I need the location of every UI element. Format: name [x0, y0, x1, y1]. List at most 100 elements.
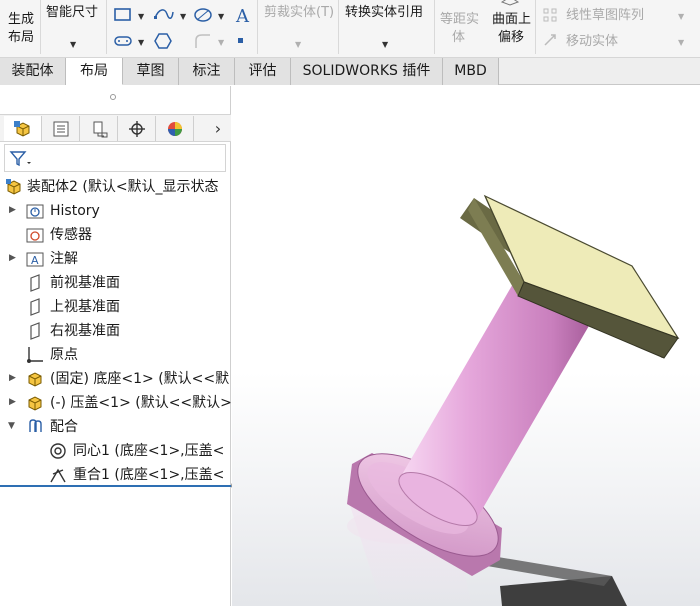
trim-entities-button[interactable]: 剪裁实体(T) [264, 5, 334, 21]
convert-dropdown-icon[interactable]: ▼ [382, 40, 388, 49]
expand-arrow-icon[interactable]: ▶ [9, 205, 16, 215]
history-folder-icon [26, 204, 44, 219]
collapse-arrow-icon[interactable]: ▼ [8, 421, 15, 431]
appearance-sphere-icon [167, 121, 182, 136]
tree-item-cover-part[interactable]: ▶ (-) 压盖<1> (默认<<默认> [0, 391, 231, 415]
smart-dimension-dropdown-icon[interactable]: ▼ [70, 40, 76, 49]
tab-markup[interactable]: 标注 [179, 58, 235, 85]
slot-dropdown-icon[interactable]: ▼ [138, 38, 144, 47]
command-ribbon: 生成 布局 智能尺寸 ▼ ▼ ▼ ▼ A ▼ ▼ 剪裁实体(T) ▼ 转换实体引… [0, 0, 700, 58]
tab-assembly[interactable]: 装配体 [0, 58, 66, 85]
ribbon-separator [535, 0, 536, 54]
shaft-cylinder[interactable] [391, 282, 590, 536]
tree-item-base-part[interactable]: ▶ (固定) 底座<1> (默认<<默 [0, 367, 231, 391]
ribbon-separator [257, 0, 258, 54]
text-icon[interactable]: A [233, 5, 253, 25]
assembly-icon [6, 179, 21, 195]
annotations-folder-icon: A [26, 252, 44, 267]
offset-on-surface-label-1[interactable]: 曲面上 [492, 12, 531, 28]
tree-item-label: 上视基准面 [50, 299, 120, 315]
spline-icon[interactable] [153, 6, 175, 24]
ribbon-separator [106, 0, 107, 54]
point-icon[interactable] [236, 36, 246, 46]
tree-item-annotations[interactable]: ▶ A 注解 [0, 247, 231, 271]
tab-evaluate[interactable]: 评估 [235, 58, 291, 85]
feature-tree-filter[interactable] [4, 144, 226, 172]
property-manager-icon [53, 121, 68, 136]
offset-surface-icon[interactable] [500, 0, 520, 6]
ellipse-icon[interactable] [193, 6, 213, 24]
offset-entities-label-2[interactable]: 体 [452, 30, 465, 46]
generate-layout-label-2[interactable]: 布局 [8, 30, 34, 46]
tree-root-assembly[interactable]: 装配体2 (默认<默认_显示状态 [0, 175, 231, 199]
panel-grip-handle[interactable] [110, 94, 116, 100]
generate-layout-label-1[interactable]: 生成 [8, 12, 34, 28]
command-manager-tabs: 装配体 布局 草图 标注 评估 SOLIDWORKS 插件 MBD [0, 58, 700, 85]
move-entities-icon[interactable] [542, 32, 560, 48]
spline-dropdown-icon[interactable]: ▼ [180, 12, 186, 21]
tree-item-label: 配合 [50, 419, 78, 435]
tree-item-label: 右视基准面 [50, 323, 120, 339]
slot-icon[interactable] [113, 33, 133, 49]
tree-item-label: 前视基准面 [50, 275, 120, 291]
coincident-mate-icon [50, 468, 66, 483]
part-icon [28, 396, 42, 411]
move-entities-dropdown-icon[interactable]: ▼ [678, 38, 684, 47]
tree-item-coincident-mate[interactable]: 重合1 (底座<1>,压盖< [0, 463, 231, 487]
tab-property-manager[interactable] [42, 116, 80, 141]
tree-item-label: (固定) 底座<1> (默认<<默 [50, 371, 230, 387]
filter-icon[interactable] [9, 150, 33, 168]
convert-entities-button[interactable]: 转换实体引用 [345, 5, 423, 21]
tree-item-label: History [50, 203, 100, 219]
move-entities-button[interactable]: 移动实体 [566, 34, 618, 50]
tree-item-label: 原点 [50, 347, 78, 363]
more-tabs-chevron-icon[interactable]: › [208, 116, 228, 141]
tree-item-sensors[interactable]: 传感器 [0, 223, 231, 247]
tree-item-mates[interactable]: ▼ 配合 [0, 415, 231, 439]
svg-text:A: A [235, 6, 250, 25]
concentric-mate-icon [50, 443, 66, 459]
feature-manager-tabs: › [0, 114, 231, 142]
ellipse-dropdown-icon[interactable]: ▼ [218, 12, 224, 21]
linear-pattern-icon[interactable] [542, 7, 560, 23]
svg-text:A: A [31, 254, 39, 267]
trim-dropdown-icon[interactable]: ▼ [295, 40, 301, 49]
tree-item-label: (-) 压盖<1> (默认<<默认> [50, 395, 231, 411]
tab-feature-manager[interactable] [4, 116, 42, 141]
tab-sketch[interactable]: 草图 [123, 58, 179, 85]
assembly-model-view[interactable] [232, 86, 700, 606]
tab-layout[interactable]: 布局 [66, 58, 123, 85]
offset-entities-label-1[interactable]: 等距实 [440, 12, 479, 28]
tab-mbd[interactable]: MBD [443, 58, 499, 85]
tab-solidworks-addins[interactable]: SOLIDWORKS 插件 [291, 58, 443, 85]
plane-icon [30, 322, 40, 340]
sensor-folder-icon [26, 228, 44, 243]
graphics-area[interactable] [232, 86, 700, 606]
configuration-manager-icon [93, 121, 107, 137]
tab-configuration-manager[interactable] [80, 116, 118, 141]
ribbon-separator [40, 0, 41, 54]
tree-item-label: 传感器 [50, 227, 92, 243]
linear-pattern-dropdown-icon[interactable]: ▼ [678, 12, 684, 21]
tree-item-origin[interactable]: 原点 [0, 343, 231, 367]
expand-arrow-icon[interactable]: ▶ [9, 373, 16, 383]
linear-pattern-button[interactable]: 线性草图阵列 [566, 8, 644, 24]
offset-on-surface-label-2[interactable]: 偏移 [498, 30, 524, 46]
tree-item-top-plane[interactable]: 上视基准面 [0, 295, 231, 319]
ribbon-separator [338, 0, 339, 54]
tree-item-concentric-mate[interactable]: 同心1 (底座<1>,压盖< [0, 439, 231, 463]
fillet-icon[interactable] [193, 32, 213, 50]
polygon-icon[interactable] [153, 32, 173, 50]
rectangle-dropdown-icon[interactable]: ▼ [138, 12, 144, 21]
expand-arrow-icon[interactable]: ▶ [9, 253, 16, 263]
tree-item-front-plane[interactable]: 前视基准面 [0, 271, 231, 295]
expand-arrow-icon[interactable]: ▶ [9, 397, 16, 407]
tab-display-manager[interactable] [156, 116, 194, 141]
smart-dimension-button[interactable]: 智能尺寸 [46, 5, 98, 21]
tree-item-right-plane[interactable]: 右视基准面 [0, 319, 231, 343]
fillet-dropdown-icon[interactable]: ▼ [218, 38, 224, 47]
crosshair-icon [128, 120, 145, 137]
rectangle-icon[interactable] [113, 6, 133, 24]
tree-item-history[interactable]: ▶ History [0, 199, 231, 223]
tab-dimxpert-manager[interactable] [118, 116, 156, 141]
